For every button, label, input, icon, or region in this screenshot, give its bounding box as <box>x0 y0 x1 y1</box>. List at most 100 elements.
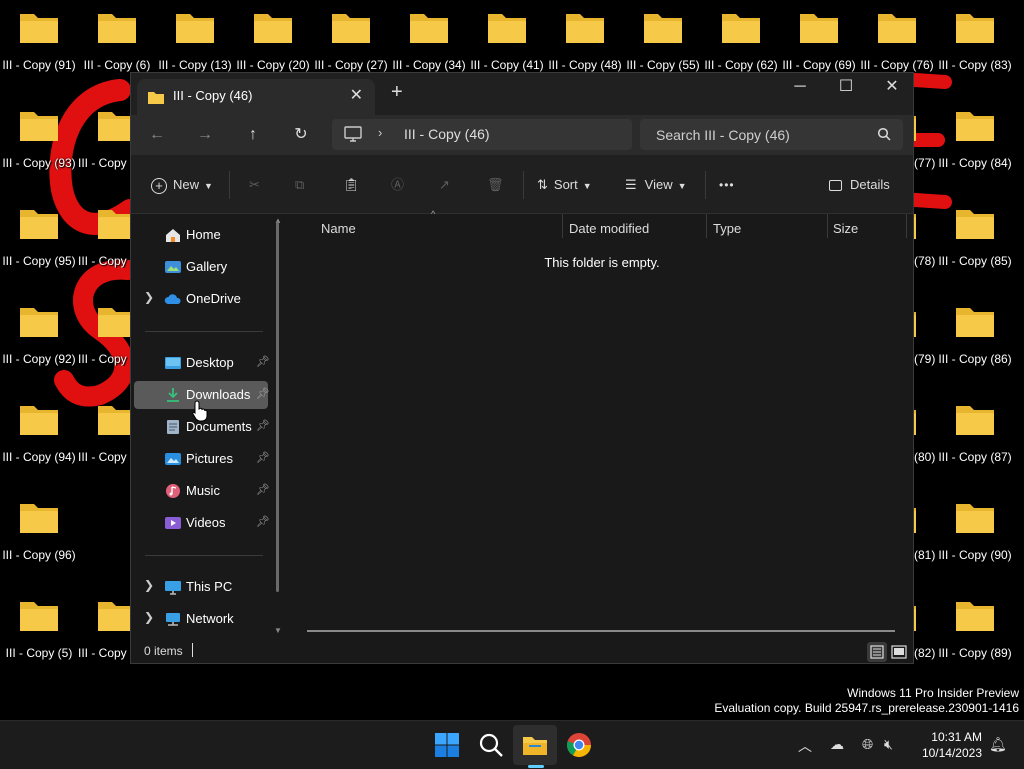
chevron-up-icon[interactable]: ︿ <box>798 736 812 756</box>
pin-icon[interactable]: 📌︎ <box>256 387 270 400</box>
new-tab-button[interactable]: + <box>391 81 403 104</box>
desktop-folder-icon[interactable]: III - Copy (89) <box>936 588 1014 686</box>
folder-icon <box>19 304 59 338</box>
desktop-folder-icon[interactable]: III - Copy (5) <box>0 588 78 686</box>
forward-button[interactable]: → <box>191 123 219 147</box>
column-header-size[interactable]: Size <box>833 221 858 236</box>
column-header-name[interactable]: Name <box>321 221 356 236</box>
sidebar-item-home[interactable]: Home <box>134 221 268 249</box>
search-taskbar-button[interactable] <box>477 731 505 759</box>
desktop-folder-label: III - Copy (84) <box>938 156 1012 170</box>
file-explorer-taskbar-button[interactable] <box>521 731 549 759</box>
pin-icon[interactable]: 📌︎ <box>256 483 270 496</box>
back-button[interactable]: ← <box>143 123 171 147</box>
desktop-folder-icon[interactable]: III - Copy (84) <box>936 98 1014 196</box>
sidebar-item-this-pc[interactable]: ❯ This PC <box>134 573 268 601</box>
sidebar-item-pictures[interactable]: Pictures 📌︎ <box>134 445 270 473</box>
status-bar: 0 items <box>131 639 913 665</box>
start-button[interactable] <box>433 731 461 759</box>
copy-icon[interactable]: ⧉ <box>295 173 304 197</box>
desktop-folder-icon[interactable]: III - Copy (83) <box>936 0 1014 98</box>
sidebar-scrollbar[interactable] <box>276 222 279 592</box>
chevron-right-icon[interactable]: ❯ <box>144 610 154 624</box>
desktop-folder-label: III - Copy (96) <box>2 548 76 562</box>
pin-icon[interactable]: 📌︎ <box>256 419 270 432</box>
details-button[interactable]: Details <box>829 173 890 197</box>
share-icon[interactable]: ↗ <box>439 173 450 197</box>
rename-icon[interactable]: Ⓐ <box>391 173 404 197</box>
sidebar-item-gallery[interactable]: Gallery <box>134 253 268 281</box>
search-input[interactable] <box>654 124 868 146</box>
new-button[interactable]: + New ▼ <box>151 173 213 197</box>
view-button[interactable]: ☰ View ▼ <box>625 173 687 197</box>
desktop-folder-icon[interactable]: III - Copy (94) <box>0 392 78 490</box>
taskbar-clock[interactable]: 10:31 AM 10/14/2023 <box>912 729 982 761</box>
column-header-date-modified[interactable]: Date modified <box>569 221 649 236</box>
tab-current-folder[interactable]: III - Copy (46) ✕ <box>137 79 375 115</box>
scroll-down-icon[interactable]: ▼ <box>274 626 282 635</box>
desktop-folder-icon[interactable]: III - Copy (91) <box>0 0 78 98</box>
horizontal-scrollbar[interactable] <box>307 630 895 632</box>
pin-icon[interactable]: 📌︎ <box>256 515 270 528</box>
desktop-folder-icon[interactable]: III - Copy (93) <box>0 98 78 196</box>
up-button[interactable]: ↑ <box>239 123 267 147</box>
desktop-folder-icon[interactable]: III - Copy (92) <box>0 294 78 392</box>
maximize-button[interactable]: ☐ <box>823 73 869 105</box>
sidebar-item-desktop[interactable]: Desktop 📌︎ <box>134 349 270 377</box>
desktop-folder-icon[interactable]: III - Copy (87) <box>936 392 1014 490</box>
desktop-folder-label: III - Copy (95) <box>2 254 76 268</box>
paste-icon[interactable]: 📋︎ <box>343 173 360 197</box>
globe-icon[interactable]: 🌐︎ <box>862 736 873 753</box>
desktop-folder-label: III - Copy (89) <box>938 646 1012 660</box>
onedrive-offline-icon[interactable]: ☁︎ <box>830 736 844 753</box>
minimize-button[interactable]: ─ <box>777 73 823 105</box>
close-window-button[interactable]: ✕ <box>869 73 915 105</box>
title-bar: III - Copy (46) ✕ + ─ ☐ ✕ <box>131 73 913 115</box>
close-tab-icon[interactable]: ✕ <box>350 85 363 105</box>
desktop-folder-icon[interactable]: III - Copy (85) <box>936 196 1014 294</box>
sidebar-item-music[interactable]: Music 📌︎ <box>134 477 270 505</box>
cut-icon[interactable]: ✂ <box>249 173 260 197</box>
tiles-view-button[interactable] <box>889 642 909 662</box>
details-button-label: Details <box>850 177 890 192</box>
sort-button[interactable]: ⇅ Sort ▼ <box>537 173 592 197</box>
chrome-taskbar-button[interactable] <box>565 731 593 759</box>
desktop-folder-label: III - Copy (85) <box>938 254 1012 268</box>
details-view-button[interactable] <box>867 642 887 662</box>
chrome-icon <box>566 733 591 758</box>
delete-icon[interactable]: 🗑︎ <box>487 173 504 197</box>
folder-icon <box>955 206 995 240</box>
sidebar-item-onedrive[interactable]: ❯ OneDrive <box>134 285 268 313</box>
more-options-button[interactable]: ••• <box>719 173 735 197</box>
desktop-folder-label: III - Copy (87) <box>938 450 1012 464</box>
gallery-icon <box>164 259 182 275</box>
sidebar-item-network[interactable]: ❯ Network <box>134 605 268 633</box>
notification-bell-icon[interactable]: 🔔︎ <box>989 736 1007 753</box>
sidebar-item-label: This PC <box>186 579 233 594</box>
desktop-folder-icon[interactable]: III - Copy (86) <box>936 294 1014 392</box>
folder-icon <box>19 598 59 632</box>
folder-icon <box>955 304 995 338</box>
address-bar[interactable]: › III - Copy (46) <box>332 119 632 150</box>
taskbar: ︿ ☁︎ 🌐︎ 🔇︎ 10:31 AM 10/14/2023 🔔︎ <box>0 720 1024 769</box>
chevron-right-icon[interactable]: ❯ <box>144 578 154 592</box>
pin-icon[interactable]: 📌︎ <box>256 451 270 464</box>
pin-icon[interactable]: 📌︎ <box>256 355 270 368</box>
watermark-line-2: Evaluation copy. Build 25947.rs_prerelea… <box>714 701 1019 715</box>
desktop-folder-icon[interactable]: III - Copy (90) <box>936 490 1014 588</box>
desktop-folder-label: III - Copy (27) <box>314 58 388 72</box>
tab-title: III - Copy (46) <box>173 88 253 103</box>
refresh-button[interactable]: ↻ <box>287 123 315 147</box>
chevron-down-icon: ▼ <box>677 181 687 191</box>
desktop-folder-label: III - Copy (34) <box>392 58 466 72</box>
search-box[interactable] <box>640 119 903 150</box>
column-header-type[interactable]: Type <box>713 221 741 236</box>
volume-muted-icon[interactable]: 🔇︎ <box>884 736 893 753</box>
clock-time: 10:31 AM <box>931 730 982 744</box>
chevron-right-icon[interactable]: ❯ <box>144 290 154 304</box>
desktop-folder-icon[interactable]: III - Copy (95) <box>0 196 78 294</box>
desktop-folder-icon[interactable]: III - Copy (96) <box>0 490 78 588</box>
sidebar-item-videos[interactable]: Videos 📌︎ <box>134 509 270 537</box>
sort-button-label: Sort <box>553 177 578 192</box>
desktop-folder-label: III - Copy (55) <box>626 58 700 72</box>
